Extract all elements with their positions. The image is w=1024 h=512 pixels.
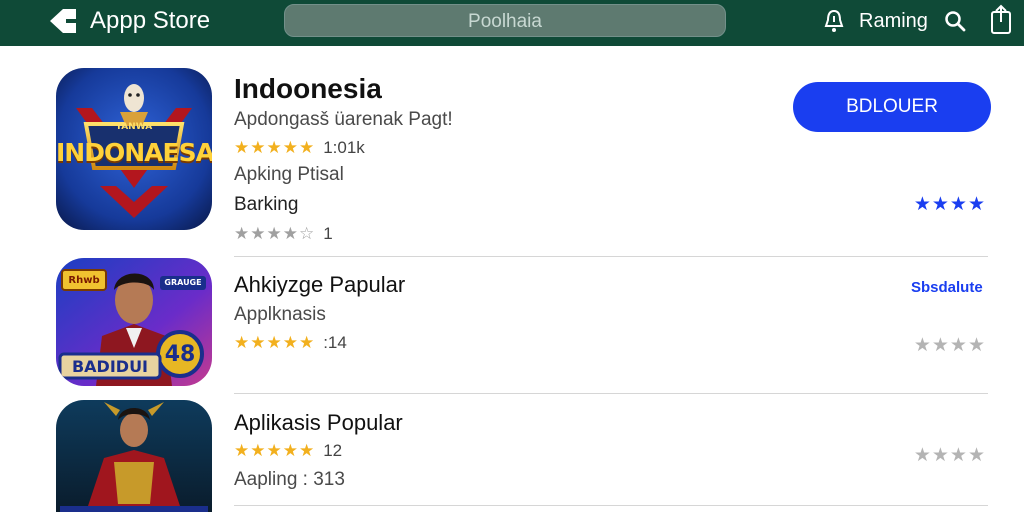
app-title-popular[interactable]: Ahkiyzge Papular	[234, 274, 405, 296]
app-secondary-rating: ★★★★☆ 1	[234, 225, 333, 242]
app-title-aplikasis[interactable]: Aplikasis Popular	[234, 412, 403, 434]
share-icon[interactable]	[988, 4, 1014, 36]
app-title: Appp Store	[90, 7, 211, 34]
app-icon-small-text: TANWA	[115, 122, 153, 132]
app-rating: ★★★★★ :14	[234, 334, 347, 351]
app-title-indonesia[interactable]: Indoonesia	[234, 75, 382, 103]
star-rating-icon: ★★★★★	[234, 138, 316, 157]
divider	[234, 256, 988, 257]
bell-icon[interactable]	[822, 8, 846, 34]
star-rating-icon: ★★★★★	[234, 441, 316, 460]
rating-count: 1	[323, 224, 333, 243]
star-rating-icon: ★★★★☆	[234, 224, 316, 243]
rating-count: :14	[323, 333, 347, 352]
divider	[234, 393, 988, 394]
ranking-tab[interactable]: Raming	[859, 9, 928, 33]
search-placeholder: Poolhaia	[468, 11, 542, 32]
app-category: Apking Ptisal	[234, 164, 344, 185]
app-subtitle: Aapling : 313	[234, 469, 345, 490]
app-icon-popular[interactable]: Rhwb GRAUGE 48 BADIDUI	[56, 258, 212, 386]
right-link[interactable]: Sbsdalute	[911, 279, 983, 296]
app-icon-indonesia[interactable]: TANWA INDONAESA	[56, 68, 212, 230]
app-icon-text: BADIDUI	[71, 357, 149, 376]
search-bar[interactable]: Poolhaia	[284, 4, 726, 37]
app-icon-text: INDONAESA	[56, 138, 212, 167]
app-section-label: Barking	[234, 194, 299, 215]
star-rating-icon: ★★★★	[913, 335, 986, 356]
app-icon-tag2: GRAUGE	[164, 278, 202, 287]
app-rating: ★★★★★ 12	[234, 442, 342, 459]
search-icon[interactable]	[943, 9, 967, 33]
rating-count: 1:01k	[323, 138, 365, 157]
app-rating: ★★★★★ 1:01k	[234, 139, 365, 156]
app-subtitle: Applknasis	[234, 304, 326, 325]
app-subtitle: Apdongasš üarenak Pagt!	[234, 109, 453, 130]
star-rating-icon: ★★★★★	[234, 333, 316, 352]
star-rating-icon: ★★★★	[913, 445, 986, 466]
app-store-logo-icon[interactable]	[46, 6, 80, 36]
star-rating-icon: ★★★★	[913, 194, 986, 215]
app-icon-aplikasis[interactable]	[56, 400, 212, 512]
top-bar: Appp Store Poolhaia Raming	[0, 0, 1024, 46]
divider	[234, 505, 988, 506]
app-icon-tag: Rhwb	[68, 275, 100, 286]
get-button[interactable]: BDLOUER	[793, 82, 991, 132]
app-icon-badge: 48	[164, 342, 196, 367]
rating-count: 12	[323, 441, 343, 460]
